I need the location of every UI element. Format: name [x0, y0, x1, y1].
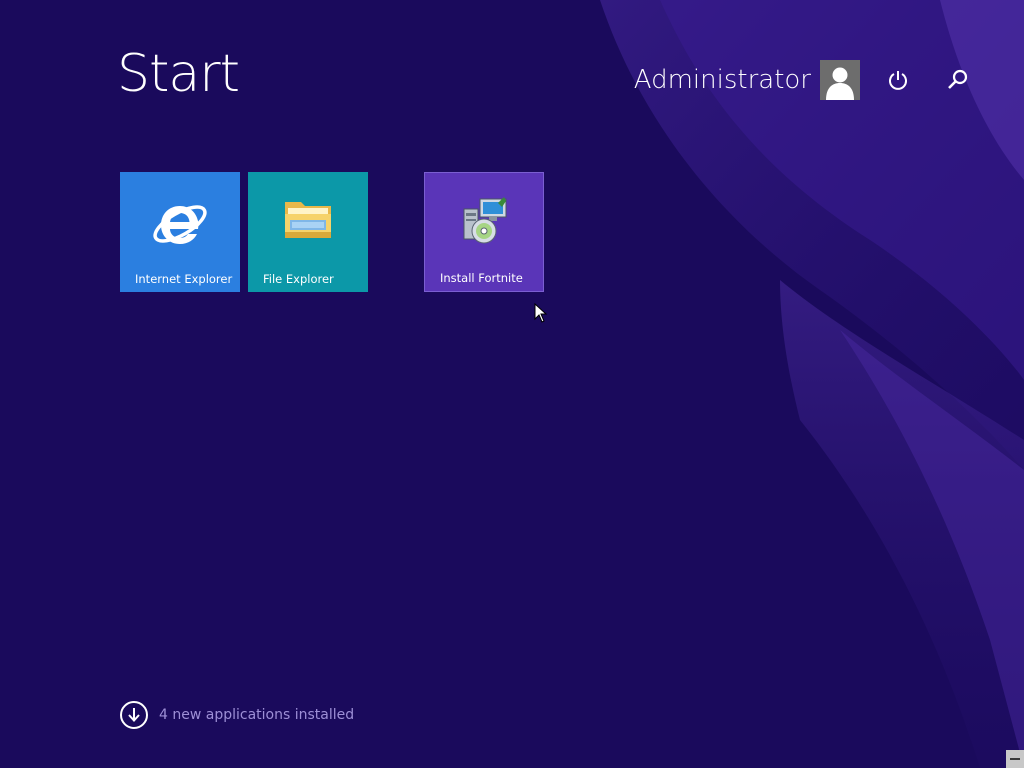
tile-label: Internet Explorer	[135, 272, 233, 286]
folder-icon	[282, 194, 334, 248]
user-account[interactable]: Administrator	[634, 60, 860, 100]
installer-icon	[458, 195, 510, 251]
user-silhouette-icon[interactable]	[820, 60, 860, 100]
new-apps-notice-text[interactable]: 4 new applications installed	[159, 707, 354, 723]
minimize-icon[interactable]	[1006, 750, 1024, 768]
tile-file-explorer[interactable]: File Explorer	[248, 172, 368, 292]
arrow-down-circle-icon[interactable]	[120, 701, 148, 729]
user-name[interactable]: Administrator	[634, 60, 811, 100]
tile-install-fortnite[interactable]: Install Fortnite	[424, 172, 544, 292]
power-button[interactable]	[882, 64, 914, 96]
mouse-cursor-icon	[534, 303, 548, 323]
new-apps-notice[interactable]: 4 new applications installed	[120, 701, 354, 729]
search-icon	[948, 69, 968, 89]
background-swoosh	[600, 0, 1024, 768]
tile-label: Install Fortnite	[440, 271, 523, 285]
internet-explorer-icon	[150, 194, 210, 258]
power-icon	[889, 71, 907, 90]
start-title: Start	[117, 44, 240, 104]
tile-internet-explorer[interactable]: Internet Explorer	[120, 172, 240, 292]
search-button[interactable]	[942, 64, 974, 96]
tile-label: File Explorer	[263, 272, 334, 286]
